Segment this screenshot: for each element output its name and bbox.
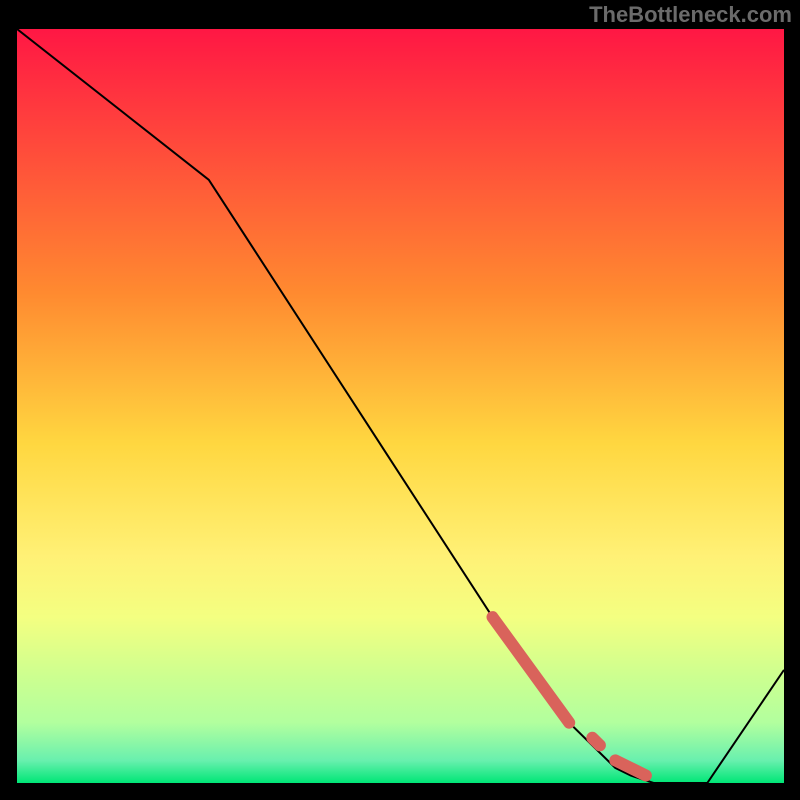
watermark-text: TheBottleneck.com [589, 2, 792, 28]
chart-container: TheBottleneck.com [0, 0, 800, 800]
plot-area [17, 29, 784, 783]
chart-svg [17, 29, 784, 783]
gradient-background [17, 29, 784, 783]
highlight-segment [592, 738, 600, 746]
